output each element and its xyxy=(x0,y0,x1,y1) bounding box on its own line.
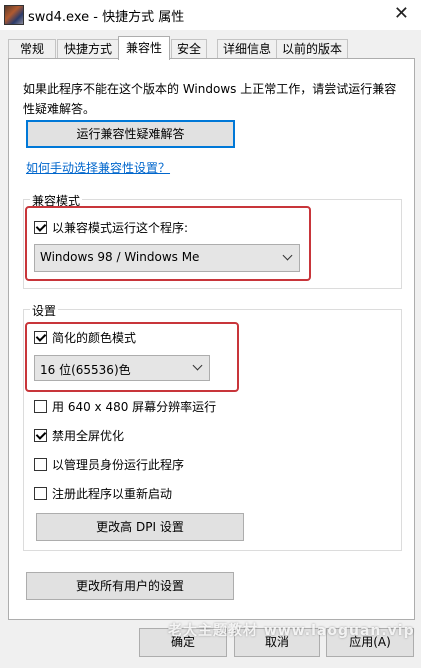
res-640-checkbox[interactable] xyxy=(34,400,47,413)
run-as-admin-checkbox[interactable] xyxy=(34,458,47,471)
app-icon xyxy=(4,5,24,25)
change-dpi-button[interactable]: 更改高 DPI 设置 xyxy=(36,513,244,541)
register-restart-checkbox[interactable] xyxy=(34,487,47,500)
tab-details[interactable]: 详细信息 xyxy=(217,39,277,59)
change-all-users-button[interactable]: 更改所有用户的设置 xyxy=(26,572,234,600)
tab-security[interactable]: 安全 xyxy=(171,39,207,59)
tab-strip: 常规 快捷方式 兼容性 安全 详细信息 以前的版本 xyxy=(8,36,413,60)
settings-group-label: 设置 xyxy=(30,302,59,319)
run-as-admin-label[interactable]: 以管理员身份运行此程序 xyxy=(52,456,184,473)
compatibility-panel: 如果此程序不能在这个版本的 Windows 上正常工作，请尝试运行兼容性疑难解答… xyxy=(8,58,415,620)
title-bar[interactable]: swd4.exe - 快捷方式 属性 ✕ xyxy=(0,0,421,30)
res-640-label[interactable]: 用 640 x 480 屏幕分辨率运行 xyxy=(52,398,216,415)
disable-fullscreen-label[interactable]: 禁用全屏优化 xyxy=(52,427,124,444)
manual-compat-link[interactable]: 如何手动选择兼容性设置？ xyxy=(26,159,170,176)
tab-previous-versions[interactable]: 以前的版本 xyxy=(276,39,348,59)
disable-fullscreen-checkbox[interactable] xyxy=(34,429,47,442)
tab-compatibility[interactable]: 兼容性 xyxy=(118,36,170,60)
window-title: swd4.exe - 快捷方式 属性 xyxy=(28,10,185,25)
register-restart-label[interactable]: 注册此程序以重新启动 xyxy=(52,485,172,502)
tab-general[interactable]: 常规 xyxy=(8,39,56,59)
close-icon[interactable]: ✕ xyxy=(394,3,409,24)
tab-shortcut[interactable]: 快捷方式 xyxy=(57,39,119,59)
compat-description: 如果此程序不能在这个版本的 Windows 上正常工作，请尝试运行兼容性疑难解答… xyxy=(23,82,397,116)
watermark: 老大主题教材 www.laoguan.vip xyxy=(168,623,415,639)
reduced-color-highlight xyxy=(25,322,239,392)
troubleshoot-button[interactable]: 运行兼容性疑难解答 xyxy=(26,120,235,148)
compat-mode-highlight xyxy=(25,206,311,281)
